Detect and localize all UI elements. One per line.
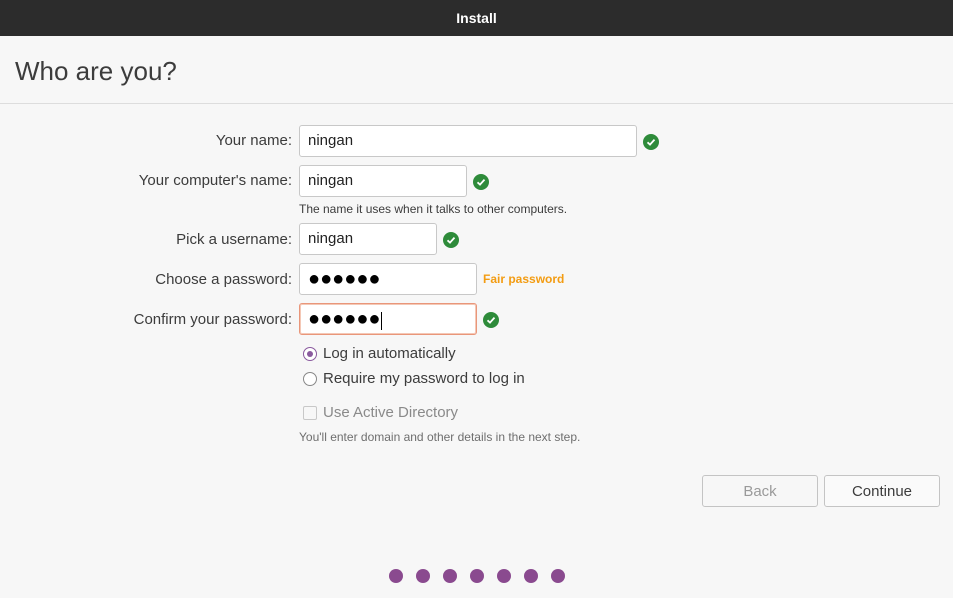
password-value: ●●●●●● (308, 268, 381, 290)
check-circle-icon (483, 312, 499, 328)
password-label: Choose a password: (155, 271, 292, 288)
your-name-value: ningan (308, 132, 354, 149)
confirm-password-value: ●●●●●● (308, 308, 381, 330)
require-password-label: Require my password to log in (323, 370, 525, 387)
login-automatically-label: Log in automatically (323, 345, 456, 362)
active-directory-label: Use Active Directory (323, 404, 459, 421)
username-input[interactable]: ningan (299, 223, 437, 255)
active-directory-checkbox[interactable] (303, 405, 317, 420)
progress-dot (389, 569, 403, 583)
computer-name-label: Your computer's name: (138, 172, 292, 189)
require-password-option[interactable]: Require my password to log in (303, 370, 525, 387)
progress-dot (497, 569, 511, 583)
progress-dot (524, 569, 538, 583)
back-button[interactable]: Back (702, 475, 818, 507)
username-value: ningan (308, 230, 354, 247)
header-divider (0, 103, 953, 104)
login-automatically-option[interactable]: Log in automatically (303, 345, 456, 362)
your-name-label: Your name: (215, 132, 292, 149)
window-title: Install (456, 10, 497, 26)
progress-dot (416, 569, 430, 583)
progress-dot (443, 569, 457, 583)
confirm-password-label: Confirm your password: (133, 311, 292, 328)
progress-dot (551, 569, 565, 583)
require-password-radio[interactable] (303, 371, 317, 386)
computer-name-value: ningan (308, 172, 354, 189)
password-strength: Fair password (483, 272, 565, 286)
progress-dot (470, 569, 484, 583)
check-circle-icon (643, 134, 659, 150)
password-input[interactable]: ●●●●●● (299, 263, 477, 295)
check-circle-icon (473, 174, 489, 190)
confirm-password-input[interactable]: ●●●●●● (299, 303, 477, 335)
computer-name-hint: The name it uses when it talks to other … (299, 202, 568, 216)
computer-name-input[interactable]: ningan (299, 165, 467, 197)
progress-indicator (389, 569, 565, 583)
username-label: Pick a username: (176, 231, 292, 248)
check-circle-icon (443, 232, 459, 248)
page-title: Who are you? (15, 56, 177, 86)
your-name-input[interactable]: ningan (299, 125, 637, 157)
continue-button[interactable]: Continue (824, 475, 940, 507)
login-automatically-radio[interactable] (303, 346, 317, 361)
text-caret (381, 312, 383, 331)
active-directory-note: You'll enter domain and other details in… (299, 430, 581, 444)
window-titlebar: Install (0, 0, 953, 36)
active-directory-option[interactable]: Use Active Directory (303, 404, 458, 421)
